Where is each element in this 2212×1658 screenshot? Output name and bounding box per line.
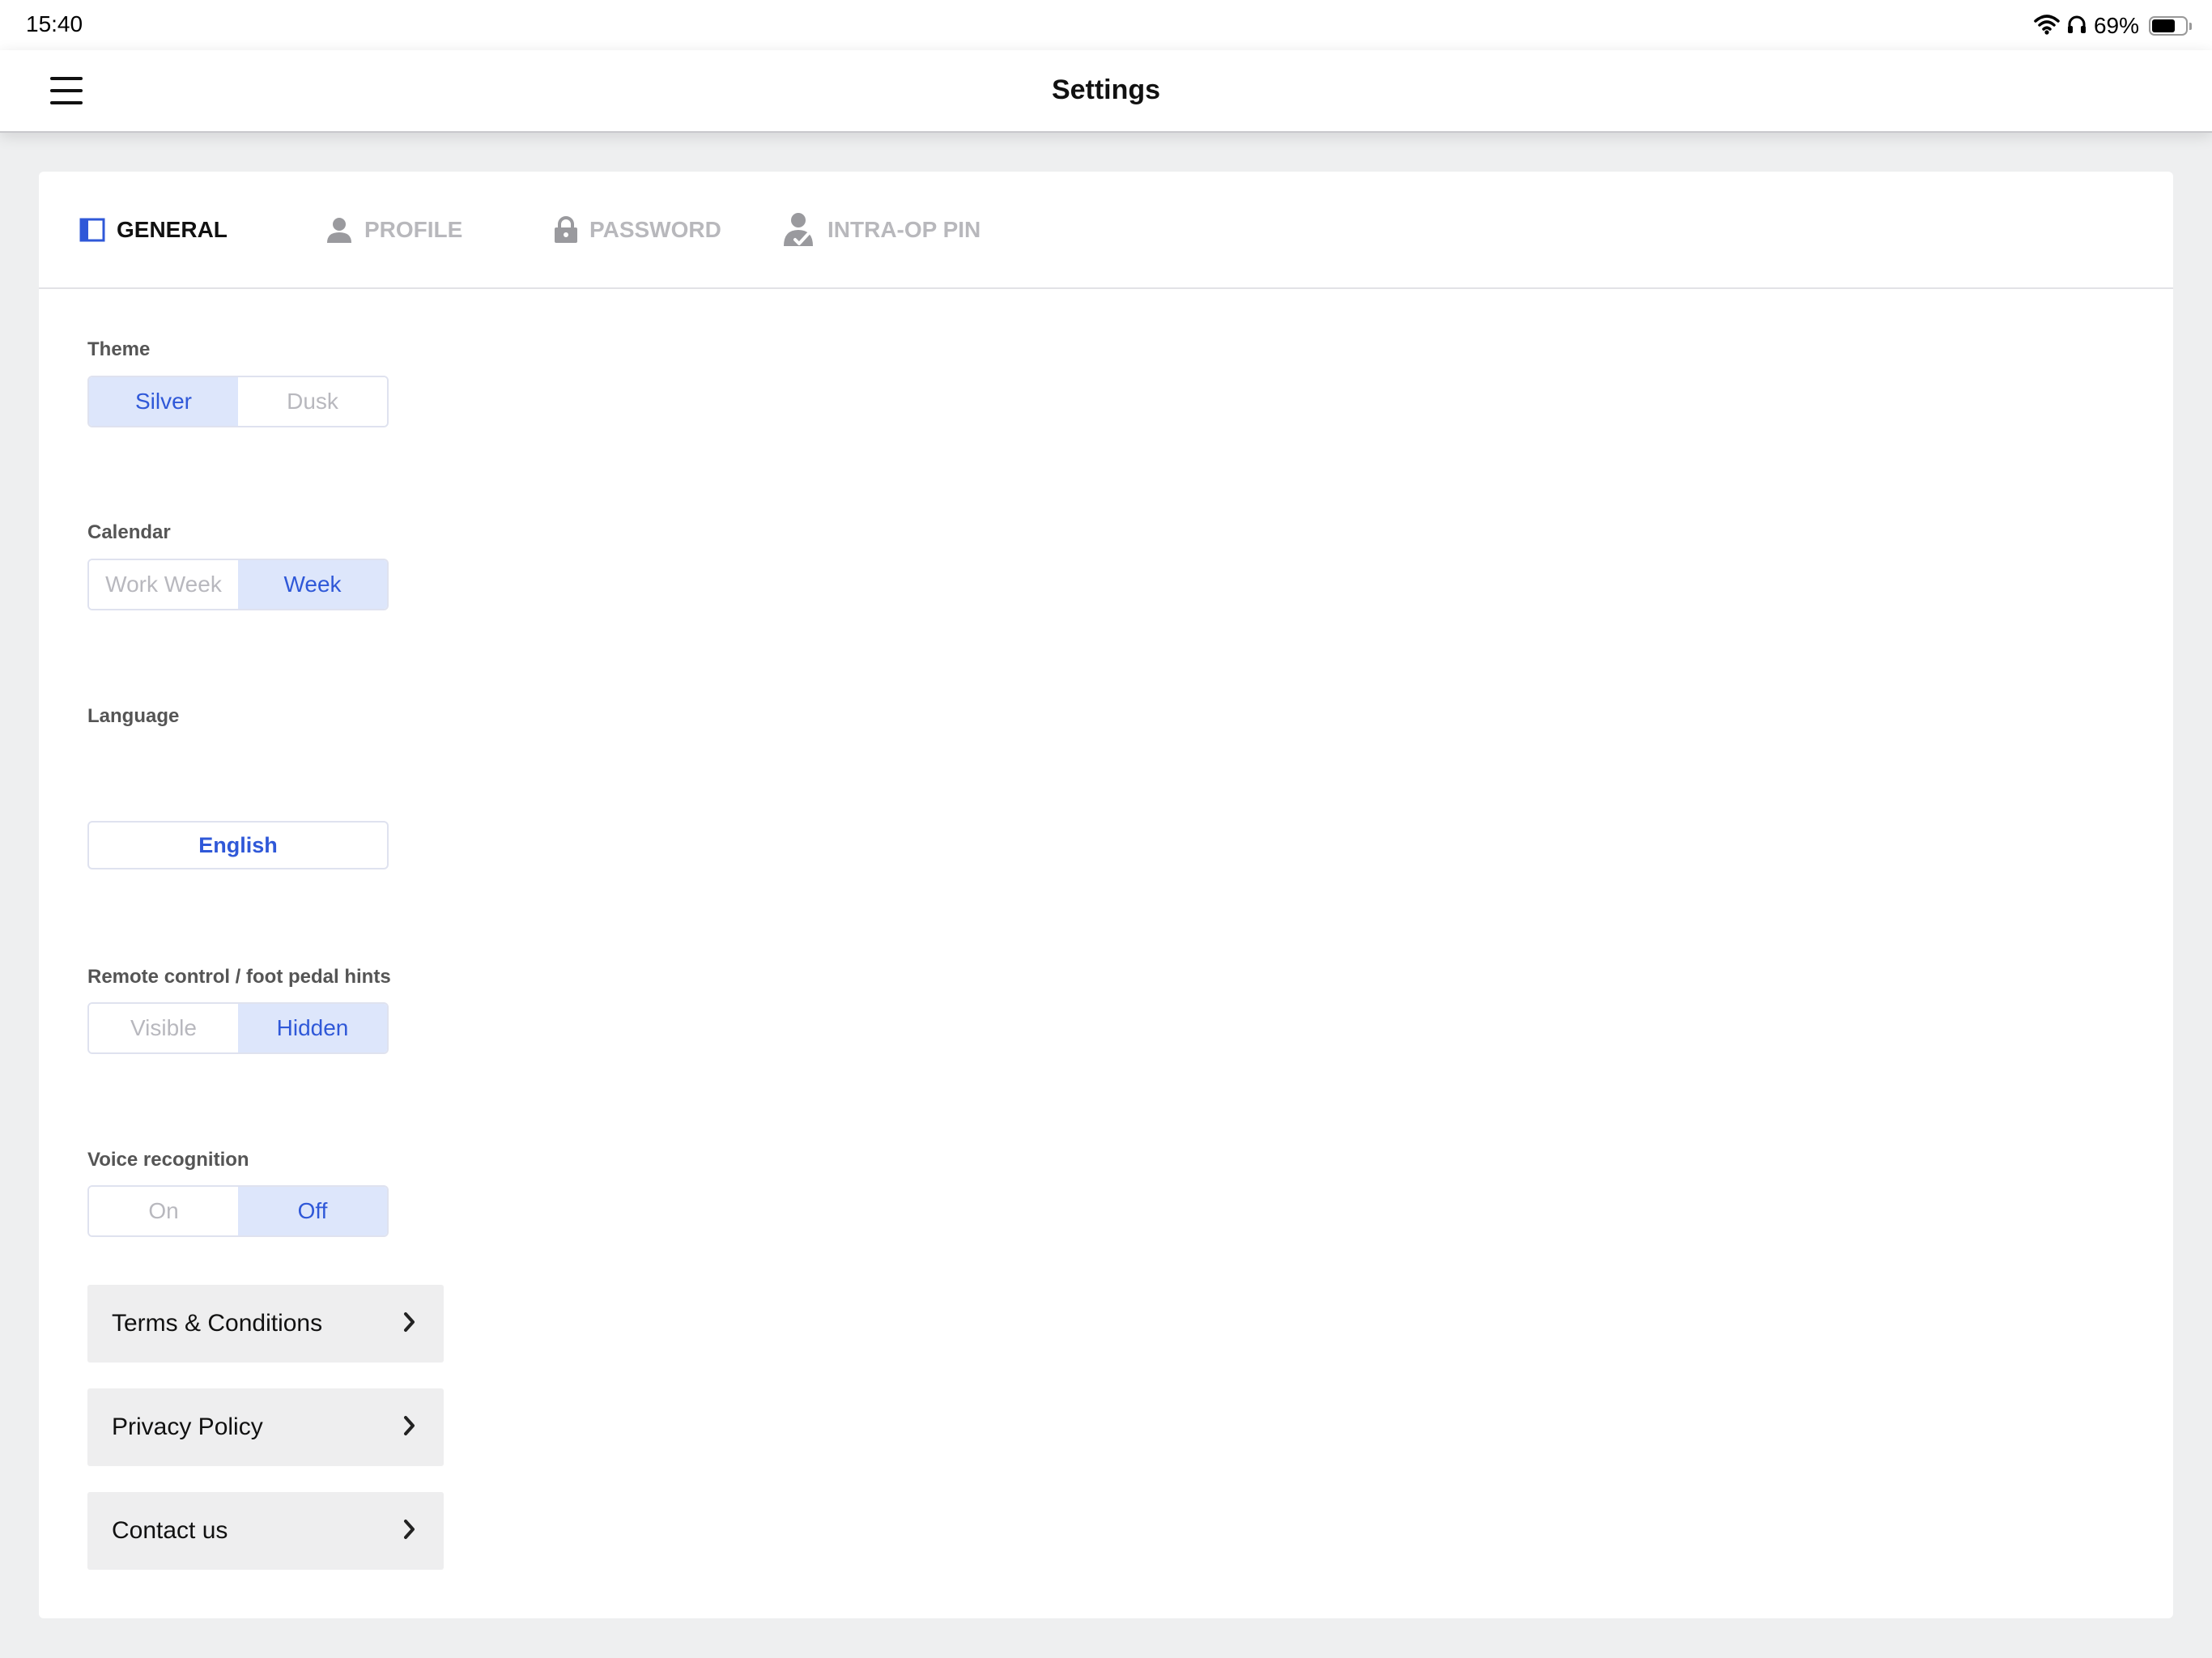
calendar-option-work-week[interactable]: Work Week [89, 560, 238, 609]
terms-conditions-link[interactable]: Terms & Conditions [87, 1285, 444, 1363]
privacy-policy-label: Privacy Policy [112, 1414, 263, 1440]
tab-intra-op-pin-label: INTRA-OP PIN [827, 217, 981, 242]
page-title: Settings [1051, 74, 1161, 105]
person-check-icon [781, 212, 816, 248]
tab-profile[interactable]: PROFILE [325, 212, 462, 248]
headphones-icon [2066, 14, 2087, 39]
theme-label: Theme [87, 338, 151, 360]
calendar-option-week[interactable]: Week [238, 560, 387, 609]
tab-password-label: PASSWORD [589, 217, 721, 242]
hints-option-hidden[interactable]: Hidden [238, 1004, 387, 1052]
hints-segmented-control: Visible Hidden [87, 1002, 389, 1054]
privacy-policy-link[interactable]: Privacy Policy [87, 1388, 444, 1466]
tab-password[interactable]: PASSWORD [554, 212, 721, 248]
navigation-bar: Settings [0, 50, 2212, 133]
hints-option-visible[interactable]: Visible [89, 1004, 238, 1052]
status-time: 15:40 [26, 11, 83, 36]
wifi-icon [2034, 14, 2060, 39]
sidebar-panel-icon [79, 218, 105, 242]
status-bar: 15:40 69% [0, 0, 2212, 50]
terms-conditions-label: Terms & Conditions [112, 1310, 323, 1337]
settings-card: GENERAL PROFILE PASSWORD INTRA-OP PIN Th… [39, 172, 2173, 1618]
battery-nub [2189, 23, 2192, 30]
calendar-segmented-control: Work Week Week [87, 559, 389, 610]
person-icon [325, 216, 353, 244]
battery-level-fill [2152, 19, 2175, 32]
tab-profile-label: PROFILE [364, 217, 463, 242]
theme-segmented-control: Silver Dusk [87, 376, 389, 427]
language-select[interactable]: English [87, 821, 389, 869]
voice-recognition-segmented-control: On Off [87, 1185, 389, 1237]
voice-option-on[interactable]: On [89, 1187, 238, 1235]
calendar-label: Calendar [87, 521, 171, 543]
chevron-right-icon [403, 1415, 416, 1440]
settings-tabs: GENERAL PROFILE PASSWORD INTRA-OP PIN [39, 172, 2173, 289]
lock-icon [554, 216, 578, 244]
battery-icon [2149, 16, 2192, 36]
hints-label: Remote control / foot pedal hints [87, 966, 391, 988]
voice-recognition-label: Voice recognition [87, 1149, 249, 1171]
contact-us-link[interactable]: Contact us [87, 1492, 444, 1570]
voice-option-off[interactable]: Off [238, 1187, 387, 1235]
tab-intra-op-pin[interactable]: INTRA-OP PIN [781, 212, 981, 248]
tab-general[interactable]: GENERAL [79, 212, 228, 248]
language-label: Language [87, 705, 180, 727]
contact-us-label: Contact us [112, 1517, 228, 1544]
theme-option-dusk[interactable]: Dusk [238, 377, 387, 426]
chevron-right-icon [403, 1519, 416, 1544]
status-indicators: 69% [2034, 10, 2192, 42]
battery-percent: 69% [2093, 13, 2139, 38]
chevron-right-icon [403, 1312, 416, 1337]
tab-general-label: GENERAL [117, 217, 228, 242]
theme-option-silver[interactable]: Silver [89, 377, 238, 426]
